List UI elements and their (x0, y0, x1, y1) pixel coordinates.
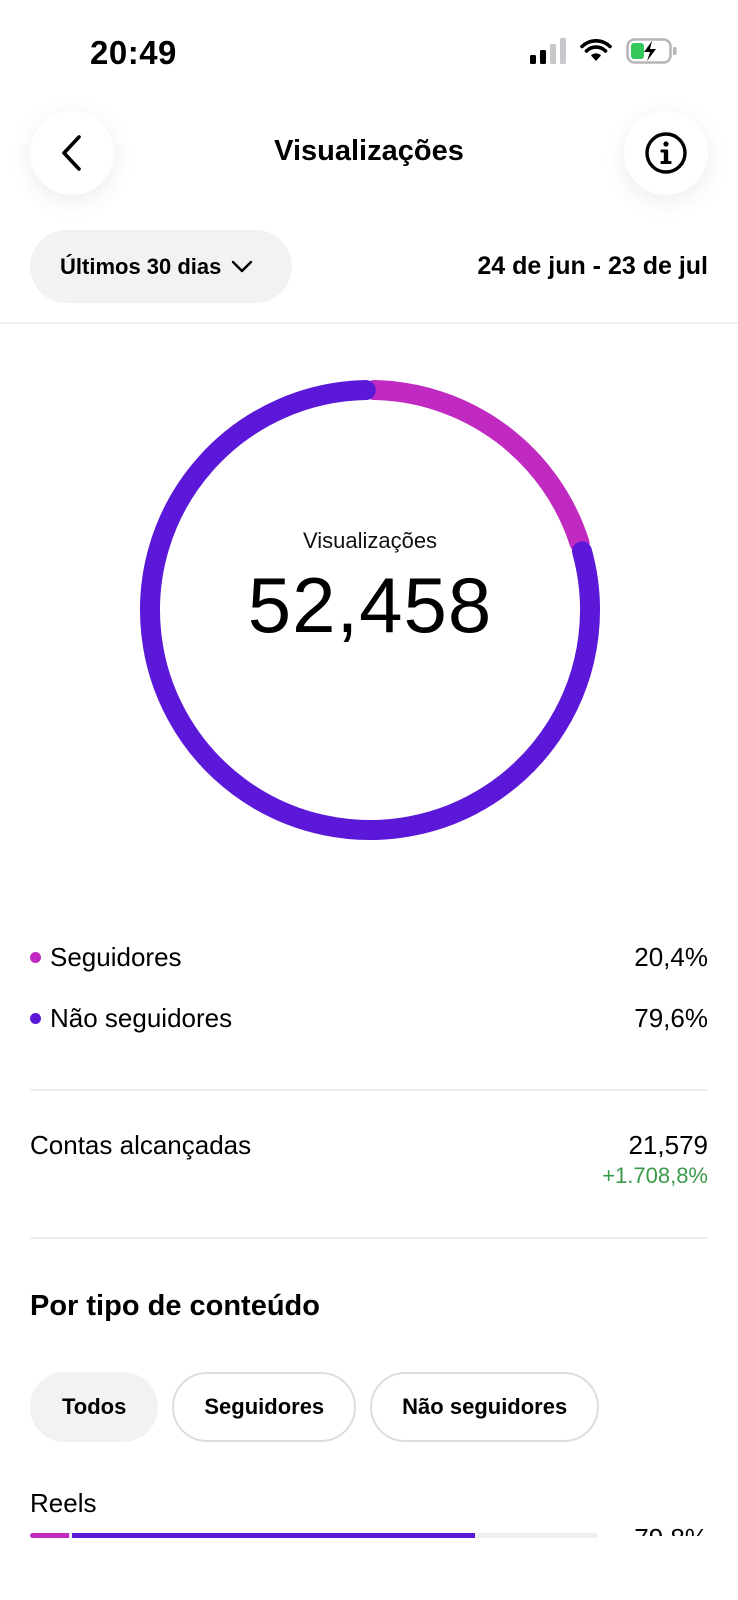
legend-dot-followers (30, 951, 41, 963)
status-icons (530, 38, 678, 64)
legend-item-followers: Seguidores 20,4% (30, 937, 708, 977)
divider (30, 1089, 708, 1091)
donut-center: Visualizações 52,458 (130, 370, 610, 850)
cellular-signal-icon (530, 38, 566, 64)
top-navigation: Visualizações (0, 105, 738, 205)
legend-label: Não seguidores (50, 1002, 233, 1033)
battery-charging-icon (626, 38, 677, 64)
accounts-reached-change: +1.708,8% (602, 1163, 708, 1188)
content-type-section-title: Por tipo de conteúdo (30, 1290, 320, 1322)
divider (0, 322, 738, 324)
reels-percentage: 79,8% (634, 1522, 708, 1536)
reels-label: Reels (30, 1488, 97, 1518)
reels-progress-bar (30, 1533, 598, 1538)
legend-value: 79,6% (634, 1002, 708, 1033)
chip-followers[interactable]: Seguidores (172, 1372, 357, 1442)
legend-dot-non-followers (30, 1012, 41, 1024)
donut-center-total: 52,458 (247, 561, 493, 649)
legend-item-non-followers: Não seguidores 79,6% (30, 998, 708, 1038)
wifi-icon (580, 39, 612, 61)
info-button[interactable] (624, 111, 708, 195)
reels-bar-non-followers-segment (72, 1533, 476, 1538)
legend-value: 20,4% (634, 941, 708, 972)
status-bar: 20:49 (0, 0, 738, 100)
views-donut-chart: Visualizações 52,458 (130, 370, 610, 850)
reels-bar-followers-segment (30, 1533, 69, 1538)
date-range-dropdown-label: Últimos 30 dias (60, 253, 222, 279)
date-range-dropdown[interactable]: Últimos 30 dias (30, 230, 292, 303)
donut-center-label: Visualizações (302, 528, 438, 553)
chip-all[interactable]: Todos (30, 1372, 159, 1442)
chip-non-followers[interactable]: Não seguidores (370, 1372, 600, 1442)
date-range-text: 24 de jun - 23 de jul (477, 252, 708, 280)
accounts-reached-label: Contas alcançadas (30, 1130, 252, 1160)
chevron-down-icon (232, 260, 253, 272)
legend-label: Seguidores (50, 941, 182, 972)
info-icon (645, 132, 687, 174)
filter-row: Últimos 30 dias 24 de jun - 23 de jul (0, 230, 738, 305)
content-type-filter-chips: Todos Seguidores Não seguidores (30, 1372, 600, 1442)
divider (30, 1237, 708, 1239)
accounts-reached-value: 21,579 (628, 1130, 708, 1160)
status-time: 20:49 (90, 34, 177, 71)
